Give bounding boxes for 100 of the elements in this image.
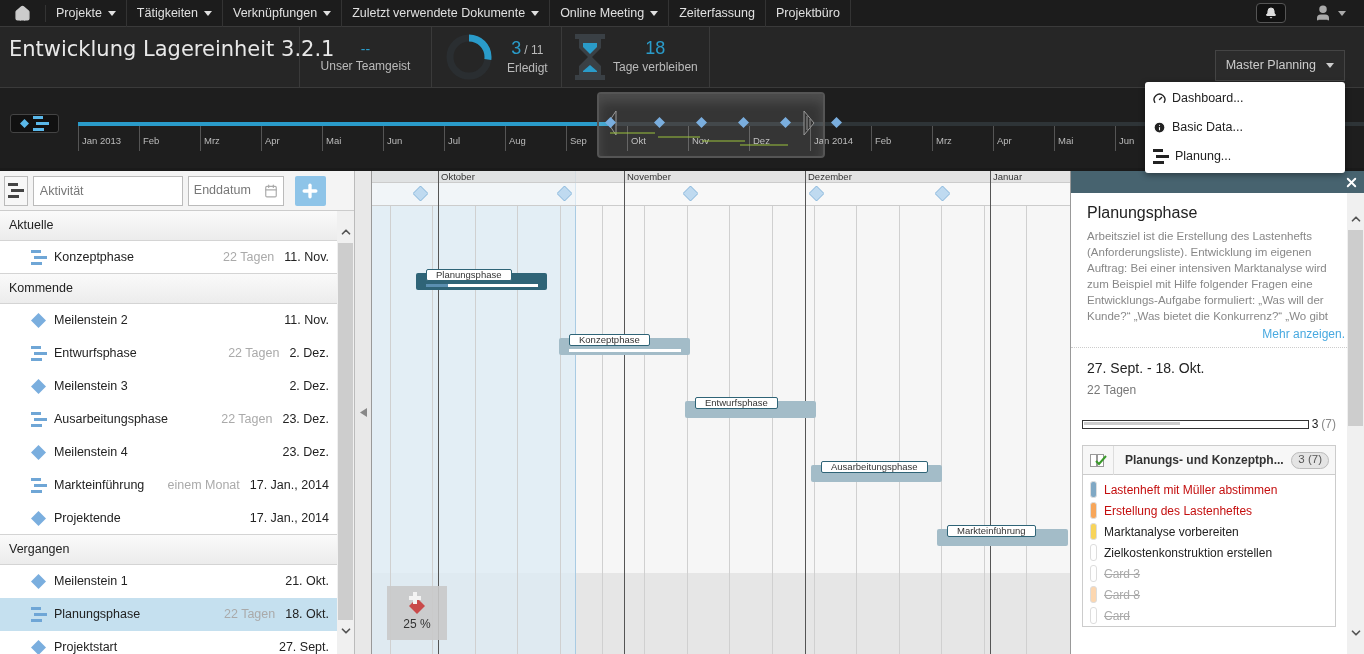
gantt-month-label: Oktober [441,171,475,183]
timeline-month-label: Apr [997,135,1012,146]
view-menu-item[interactable]: Dashboard... [1145,84,1345,113]
milestone-icon [738,117,749,128]
bell-icon [1265,7,1277,19]
nav-menu-item[interactable]: Projektbüro [765,0,851,27]
activity-field[interactable]: Aktivität [32,175,183,206]
activity-date: 17. Jan., 2014 [249,477,329,495]
progress-count: 3 [1311,416,1319,433]
activity-date: 18. Okt. [285,606,329,624]
caret-icon [1338,10,1346,16]
zoom-control[interactable]: 25 % [387,586,447,640]
timeline-month-label: Feb [875,135,892,146]
activity-name: Meilenstein 4 [54,444,129,462]
activity-row[interactable]: Planungsphase 22 Tagen 18. Okt. [0,598,337,631]
nav-menu-item[interactable]: Verknüpfungen [223,0,343,27]
days-remaining-value: 18 [645,38,666,58]
activity-name: Konzeptphase [54,248,135,266]
activity-duration: 22 Tagen [224,606,276,624]
activity-name: Meilenstein 2 [54,312,129,330]
task-card-row[interactable]: Marktanalyse vorbereiten [1090,521,1335,542]
milestone-icon [31,445,46,460]
nav-menu-item[interactable]: Tätigkeiten [126,0,223,27]
activity-date: 17. Jan., 2014 [249,509,329,527]
checklist-icon [1089,453,1107,467]
milestone-icon [654,117,665,128]
view-toggle-button[interactable] [10,114,59,133]
activity-duration: einem Monat [167,477,240,495]
task-card-row[interactable]: Erstellung des Lastenheftes [1090,500,1335,521]
group-heading: Vergangen [9,541,70,559]
list-view-button[interactable] [4,175,28,206]
milestone-icon [780,117,791,128]
scrollbar[interactable] [337,211,354,654]
timeline-month-label: Jun [1119,135,1135,146]
home-icon[interactable] [14,4,31,22]
phase-icon [7,183,24,198]
user-icon [1314,4,1332,22]
group-heading: Aktuelle [9,217,54,235]
phase-icon [1153,149,1169,164]
gantt-month-label: Dezember [808,171,852,183]
gauge-icon [1153,92,1166,105]
task-card-row[interactable]: Zielkostenkonstruktion erstellen [1090,542,1335,563]
caret-icon [650,10,659,16]
end-date-field[interactable]: Enddatum [187,175,284,206]
timeline-month-label: Mrz [204,135,220,146]
collapse-arrow-icon[interactable] [359,408,367,417]
nav-menu-item[interactable]: Zeiterfassung [669,0,766,27]
timeline-month-label: Okt [631,135,646,146]
milestone-icon [31,379,46,394]
timeline-month-label: Mrz [936,135,952,146]
view-menu-item[interactable]: Basic Data... [1145,113,1345,142]
notifications-button[interactable] [1256,3,1286,23]
milestone-icon [696,117,707,128]
task-card-title: Card 8 [1104,586,1141,604]
end-date-input[interactable]: Enddatum [193,181,264,200]
caret-icon [204,10,212,16]
nav-menu-item[interactable]: Online Meeting [550,0,670,27]
milestone-icon [557,186,572,201]
days-remaining-label: Tage verbleiben [613,59,698,76]
view-select-button[interactable]: Master Planning [1214,50,1345,81]
caret-icon [531,10,540,16]
task-card-row[interactable]: Lastenheft mit Müller abstimmen [1090,479,1335,500]
milestone-icon [31,510,46,526]
task-card-title: Erstellung des Lastenheftes [1104,502,1253,520]
resize-handle-icon[interactable] [803,110,815,136]
timeline-month-label: Nov [692,135,709,146]
activity-name: Projektstart [54,638,119,654]
timeline-month-label: Jan 2013 [82,135,122,146]
nav-menu-item[interactable]: Projekte [46,0,127,27]
scrollbar[interactable] [1347,193,1364,654]
milestone-icon [683,186,698,201]
gantt-bar-label: Entwurfsphase [695,397,778,409]
phase-icon [33,116,49,131]
milestone-icon [935,186,950,201]
view-menu-item[interactable]: Planung... [1145,142,1345,171]
team-spirit-label: Unser Teamgeist [320,58,411,75]
milestone-icon [20,119,29,128]
progress-total: (7) [1321,416,1336,433]
task-card-title: Zielkostenkonstruktion erstellen [1104,544,1273,562]
project-title: Entwicklung Lagereinheit 3.2.1 [9,36,335,61]
gantt-bar-label: Ausarbeitungsphase [821,461,928,473]
user-menu-button[interactable] [1314,4,1346,22]
nav-menu-item[interactable]: Zuletzt verwendete Dokumente [342,0,551,27]
timeline-month-label: Jan 2014 [814,135,854,146]
milestone-icon [31,639,46,654]
date-range: 27. Sept. - 18. Okt. [1087,359,1206,378]
phase-icon [31,478,47,493]
gantt-bar-label: Planungsphase [426,269,512,281]
task-card-title: Card 3 [1104,565,1141,583]
activity-duration: 22 Tagen [221,411,273,429]
phase-icon [31,412,47,427]
timeline-month-label: Aug [509,135,526,146]
timeline-month-label: Mai [326,135,342,146]
gantt-month-label: November [627,171,671,183]
done-label: Erledigt [507,59,548,77]
milestone-icon [413,186,428,201]
checklist-title: Planungs- und Konzeptph... [1125,452,1284,469]
group-heading: Kommende [9,280,73,298]
activity-date: 23. Dez. [282,411,329,429]
activity-name: Entwurfsphase [54,345,138,363]
